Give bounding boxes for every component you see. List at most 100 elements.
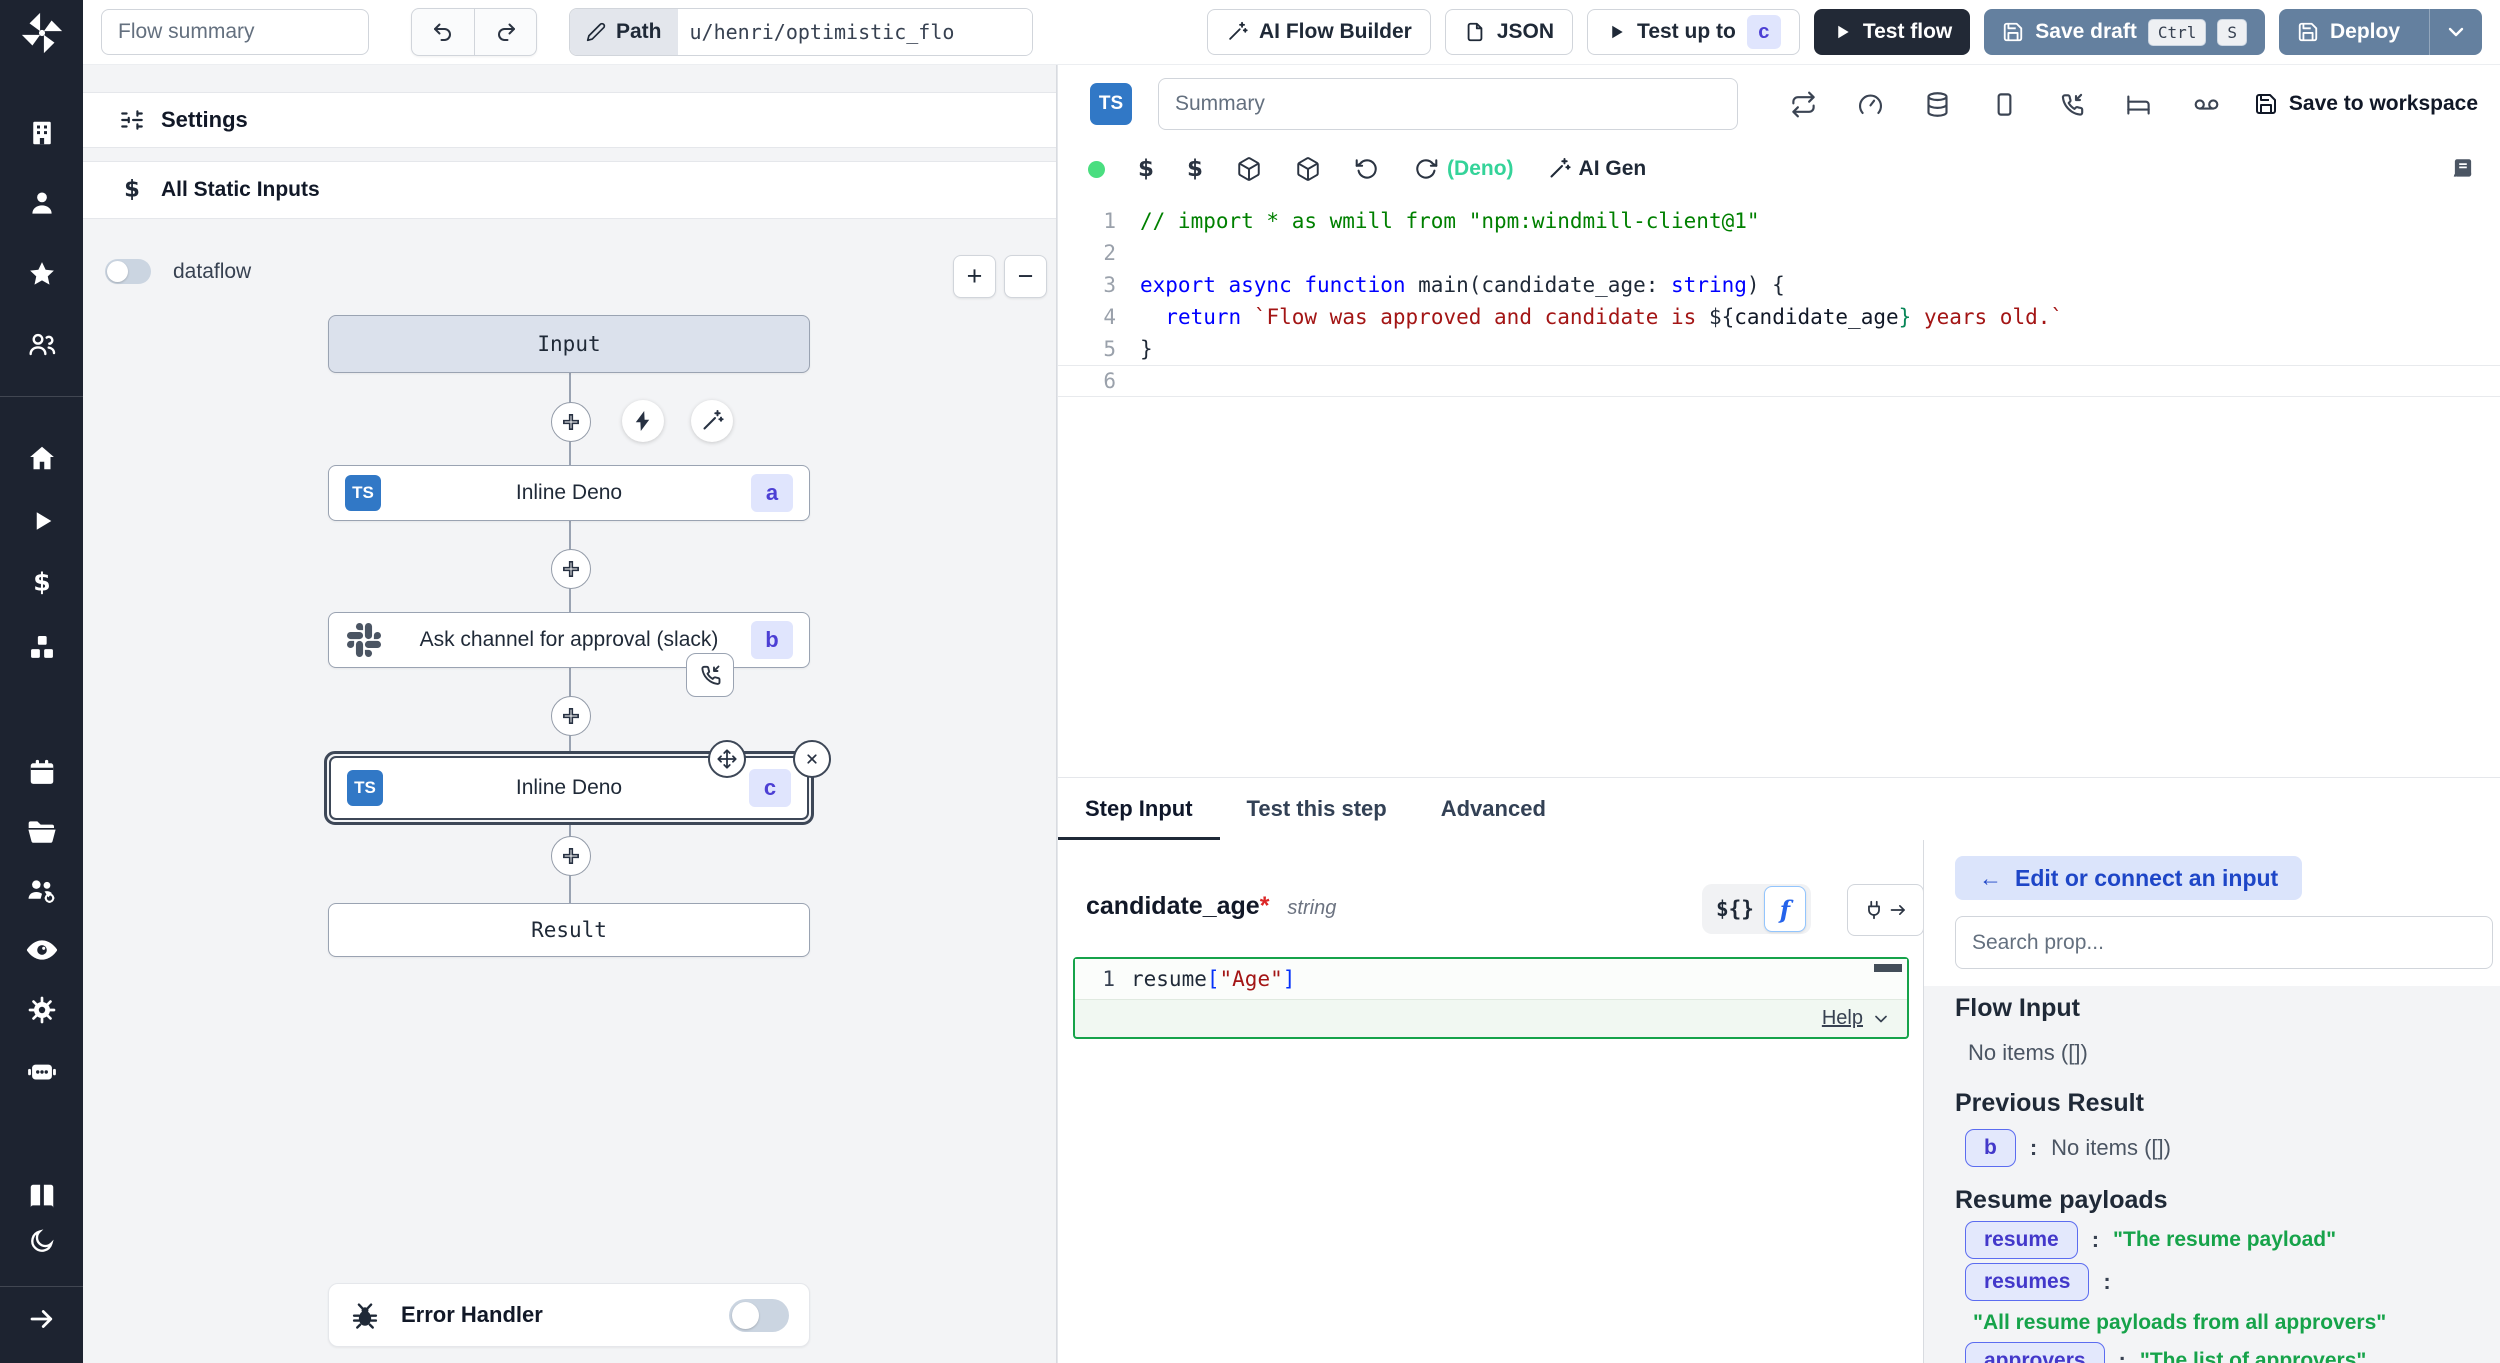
result-node[interactable]: Result [328, 903, 810, 957]
zoom-in-button[interactable]: + [953, 255, 996, 298]
folders-icon[interactable] [26, 816, 58, 848]
cache-database-icon[interactable] [1924, 91, 1951, 118]
redo-button[interactable] [474, 9, 536, 55]
scrollbar-thumb[interactable] [1874, 964, 1902, 972]
early-stop-icon[interactable] [1991, 91, 2018, 118]
save-draft-button[interactable]: Save draft Ctrl S [1984, 9, 2265, 55]
json-button[interactable]: JSON [1445, 9, 1573, 55]
docs-book-icon[interactable] [27, 1181, 57, 1211]
sidebar-divider [0, 1286, 83, 1287]
dark-mode-moon-icon[interactable] [28, 1227, 56, 1255]
runs-play-icon[interactable] [28, 507, 56, 535]
user-icon[interactable] [27, 188, 57, 218]
retry-repeat-icon[interactable] [1790, 91, 1817, 118]
favorites-star-icon[interactable] [27, 259, 57, 289]
ai-flow-builder-button[interactable]: AI Flow Builder [1207, 9, 1431, 55]
library-book-icon[interactable] [2450, 156, 2476, 182]
edit-or-connect-button[interactable]: ← Edit or connect an input [1955, 856, 2302, 900]
step-id-badge: b [751, 621, 793, 659]
flow-settings-button[interactable]: Settings [83, 92, 1056, 148]
prop-badge[interactable]: b [1965, 1129, 2016, 1167]
insert-step-button[interactable] [551, 696, 591, 736]
input-node[interactable]: Input [328, 315, 810, 373]
template-mode-button[interactable]: ${} [1716, 897, 1754, 921]
tab-test-this-step[interactable]: Test this step [1220, 778, 1414, 840]
delete-step-button[interactable] [793, 740, 831, 778]
tab-step-input[interactable]: Step Input [1058, 778, 1220, 840]
connect-input-plug-button[interactable] [1847, 884, 1924, 936]
path-input[interactable] [678, 9, 1032, 55]
windmill-logo-icon[interactable] [19, 10, 65, 56]
refresh-runtime-icon[interactable]: (Deno) [1413, 156, 1514, 182]
step-summary-input[interactable] [1158, 78, 1738, 130]
schedules-calendar-icon[interactable] [27, 757, 57, 787]
expression-editor[interactable]: 1 resume["Age"] Help [1073, 957, 1909, 1039]
undo-button[interactable] [412, 9, 474, 55]
prop-badge[interactable]: approvers [1965, 1342, 2105, 1363]
concurrency-gauge-icon[interactable] [1857, 91, 1884, 118]
ai-wand-button[interactable] [691, 400, 733, 442]
step-node-a[interactable]: TS Inline Deno a [328, 465, 810, 521]
all-static-inputs-button[interactable]: $ All Static Inputs [83, 161, 1056, 219]
step-input-panel: candidate_age * string ${} f 1 resume["A… [1058, 840, 1923, 1363]
deploy-label: Deploy [2330, 20, 2400, 44]
insert-step-button[interactable] [551, 402, 591, 442]
line-number: 4 [1058, 305, 1116, 329]
flow-summary-input[interactable] [101, 9, 369, 55]
code-editor[interactable]: 1// import * as wmill from "npm:windmill… [1057, 195, 2500, 777]
resources-cubes-icon[interactable] [26, 632, 58, 664]
settings-gear-icon[interactable] [26, 994, 58, 1026]
ai-robot-icon[interactable] [25, 1054, 59, 1088]
variables-dollar-button[interactable]: $ [1138, 156, 1154, 182]
search-prop-input[interactable] [1955, 916, 2493, 969]
ai-gen-button[interactable]: AI Gen [1547, 157, 1647, 181]
variables-dollar-icon[interactable]: $ [27, 568, 57, 598]
users-group-icon[interactable] [26, 328, 58, 360]
expression-help-button[interactable]: Help [1822, 1007, 1891, 1030]
path-button[interactable]: Path [570, 9, 678, 55]
groups-gear-icon[interactable] [25, 874, 59, 908]
function-mode-button[interactable]: f [1764, 886, 1806, 932]
package-icon[interactable] [1295, 156, 1321, 182]
move-step-button[interactable] [708, 740, 746, 778]
deploy-dropdown-button[interactable] [2429, 9, 2482, 55]
step-node-label: Inline Deno [516, 776, 622, 800]
expand-sidebar-arrow-icon[interactable] [27, 1304, 57, 1334]
workspace-building-icon[interactable] [27, 118, 57, 148]
trigger-button[interactable] [622, 400, 664, 442]
prop-picker-panel: ← Edit or connect an input Flow Input No… [1923, 840, 2500, 1363]
typescript-badge: TS [1090, 83, 1132, 125]
prop-results: Flow Input No items ([]) Previous Result… [1924, 986, 2500, 1363]
insert-step-button[interactable] [551, 549, 591, 589]
error-handler-toggle[interactable] [729, 1299, 789, 1332]
flow-graph-panel: Settings $ All Static Inputs dataflow + … [83, 65, 1057, 1363]
test-up-to-button[interactable]: Test up to c [1587, 9, 1800, 55]
result-node-label: Result [531, 918, 607, 942]
package-icon[interactable] [1236, 156, 1262, 182]
zoom-out-button[interactable]: − [1004, 255, 1047, 298]
insert-step-button[interactable] [551, 836, 591, 876]
dataflow-toggle[interactable] [105, 259, 151, 284]
edit-connect-label: Edit or connect an input [2015, 865, 2278, 892]
required-asterisk: * [1260, 892, 1270, 921]
home-icon[interactable] [27, 443, 57, 473]
save-to-workspace-button[interactable]: Save to workspace [2254, 92, 2478, 116]
suspend-phone-incoming-icon[interactable] [2058, 91, 2085, 118]
prop-badge[interactable]: resume [1965, 1221, 2078, 1259]
resources-dollar-button[interactable]: $ [1187, 156, 1203, 182]
tab-advanced[interactable]: Advanced [1414, 778, 1573, 840]
audit-eye-icon[interactable] [25, 933, 59, 967]
sleep-bed-icon[interactable] [2125, 91, 2152, 118]
prop-badge[interactable]: resumes [1965, 1263, 2089, 1301]
test-flow-button[interactable]: Test flow [1814, 9, 1970, 55]
flow-input-empty: No items ([]) [1968, 1040, 2088, 1066]
step-node-b[interactable]: Ask channel for approval (slack) b [328, 612, 810, 668]
deploy-button[interactable]: Deploy [2279, 9, 2418, 55]
mock-voicemail-icon[interactable] [2192, 91, 2221, 118]
reset-history-icon[interactable] [1354, 156, 1380, 182]
line-number: 5 [1058, 337, 1116, 361]
flow-input-title: Flow Input [1955, 994, 2080, 1023]
argument-name: candidate_age [1086, 892, 1260, 921]
code-line: 1// import * as wmill from "npm:windmill… [1058, 205, 2500, 237]
argument-type: string [1287, 897, 1336, 920]
